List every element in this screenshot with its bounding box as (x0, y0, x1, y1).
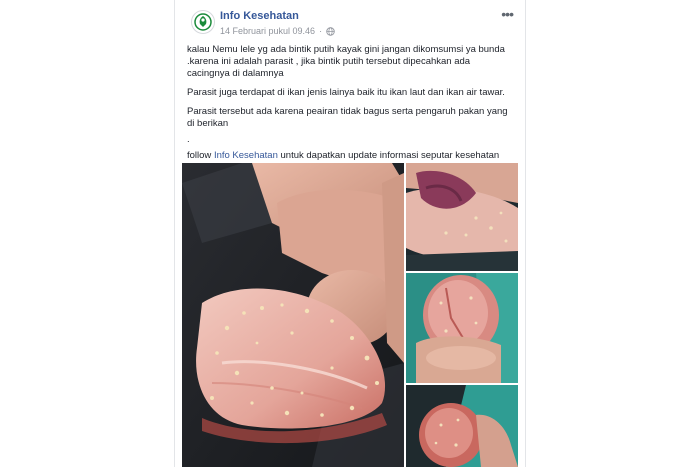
photo-fish-skin[interactable] (406, 163, 518, 271)
facebook-post-card: Info Kesehatan 14 Februari pukul 09.46 ·… (175, 0, 525, 467)
health-logo-icon (194, 13, 212, 31)
fish-fillet-photo (182, 163, 404, 467)
fish-steak-photo (406, 273, 518, 383)
photo-fish-steak[interactable] (406, 273, 518, 383)
follow-suffix: untuk dapatkan update informasi seputar … (277, 150, 500, 161)
post-paragraph-2: Parasit juga terdapat di ikan jenis lain… (187, 87, 505, 98)
follow-prefix: follow (187, 150, 214, 161)
follow-page-link[interactable]: Info Kesehatan (214, 150, 278, 161)
page-avatar[interactable] (191, 10, 215, 34)
post-body: kalau Nemu lele yg ada bintik putih kaya… (187, 44, 513, 169)
dot-separator: · (319, 26, 323, 36)
globe-icon (326, 26, 335, 36)
post-paragraph-3: Parasit tersebut ada karena peairan tida… (187, 106, 508, 129)
photo-grid (182, 163, 518, 467)
photo-fish-cross-section[interactable] (406, 385, 518, 467)
fish-skin-photo (406, 163, 518, 271)
post-meta: 14 Februari pukul 09.46 · (220, 26, 335, 36)
post-timestamp[interactable]: 14 Februari pukul 09.46 (220, 26, 315, 36)
more-options-icon[interactable]: ••• (501, 6, 514, 22)
post-separator: . (187, 134, 190, 145)
fish-cross-section-photo (406, 385, 518, 467)
page-name-link[interactable]: Info Kesehatan (220, 10, 299, 22)
post-header: Info Kesehatan 14 Februari pukul 09.46 ·… (175, 0, 525, 42)
photo-main-fish-fillet[interactable] (182, 163, 404, 467)
post-follow-line: follow Info Kesehatan untuk dapatkan upd… (187, 150, 513, 162)
post-paragraph-1: kalau Nemu lele yg ada bintik putih kaya… (187, 44, 505, 79)
